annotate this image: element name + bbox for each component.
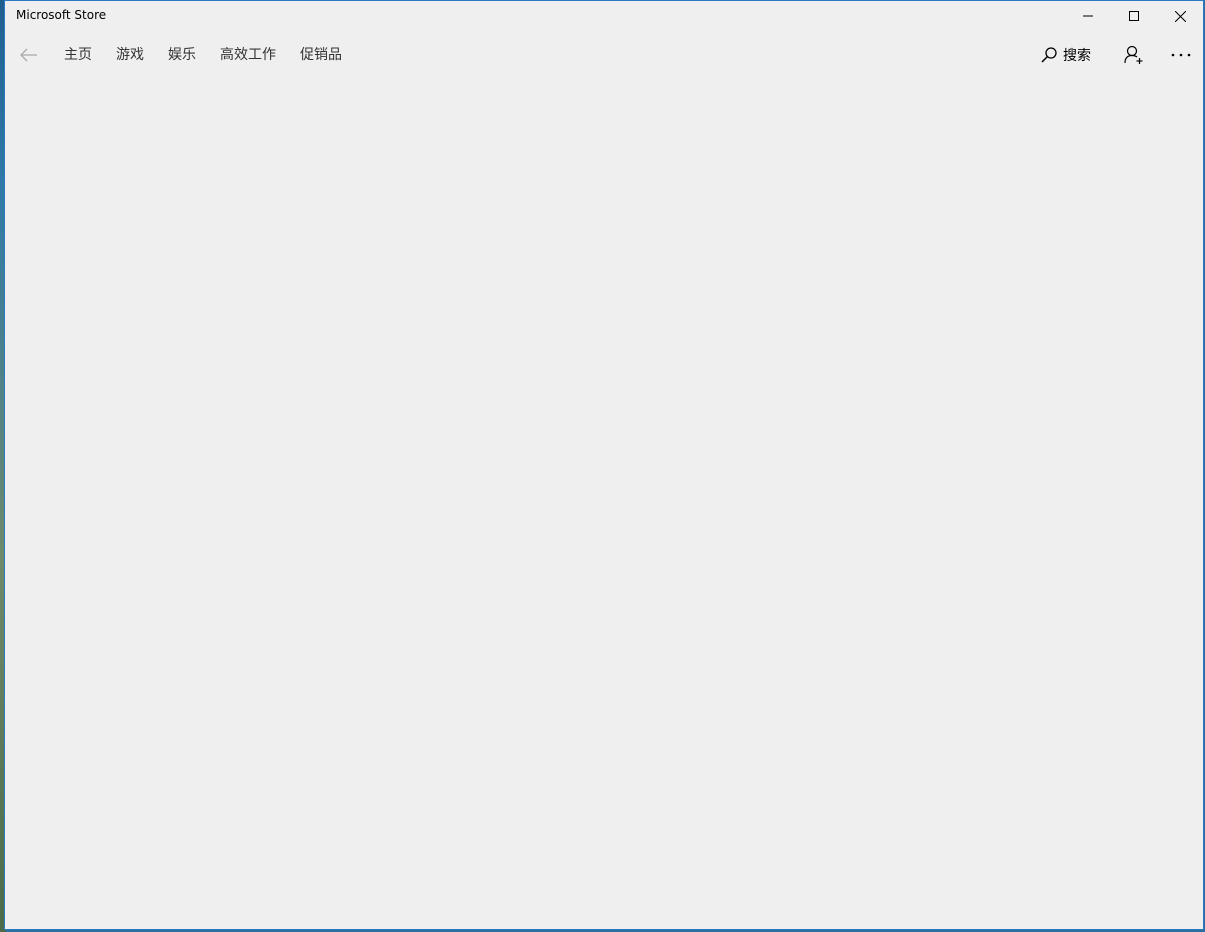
window-title: Microsoft Store: [16, 8, 107, 22]
search-icon: [1041, 47, 1057, 63]
nav-tabs: 主页 游戏 娱乐 高效工作 促销品: [64, 45, 366, 65]
maximize-icon: [1129, 11, 1139, 21]
maximize-button[interactable]: [1111, 1, 1157, 31]
main-content-area: [5, 79, 1203, 929]
search-button[interactable]: 搜索: [1041, 43, 1091, 67]
store-window: Microsoft Store 主页 游戏 娱乐 高效工作 促销品 搜索: [4, 0, 1204, 930]
back-button[interactable]: [15, 41, 43, 69]
close-button[interactable]: [1157, 1, 1203, 31]
navigation-bar: 主页 游戏 娱乐 高效工作 促销品 搜索: [5, 33, 1203, 77]
search-label: 搜索: [1063, 48, 1091, 64]
tab-deals[interactable]: 促销品: [300, 45, 342, 65]
tab-productivity[interactable]: 高效工作: [220, 45, 276, 65]
account-button[interactable]: [1120, 41, 1148, 69]
minimize-button[interactable]: [1065, 1, 1111, 31]
back-arrow-icon: [20, 48, 37, 62]
more-options-button[interactable]: [1167, 41, 1195, 69]
title-bar[interactable]: Microsoft Store: [5, 1, 1203, 31]
close-icon: [1174, 10, 1186, 22]
minimize-icon: [1083, 15, 1093, 17]
tab-entertainment[interactable]: 娱乐: [168, 45, 196, 65]
tab-home[interactable]: 主页: [64, 45, 92, 65]
add-user-icon: [1124, 45, 1143, 64]
more-icon: [1171, 53, 1191, 57]
tab-games[interactable]: 游戏: [116, 45, 144, 65]
